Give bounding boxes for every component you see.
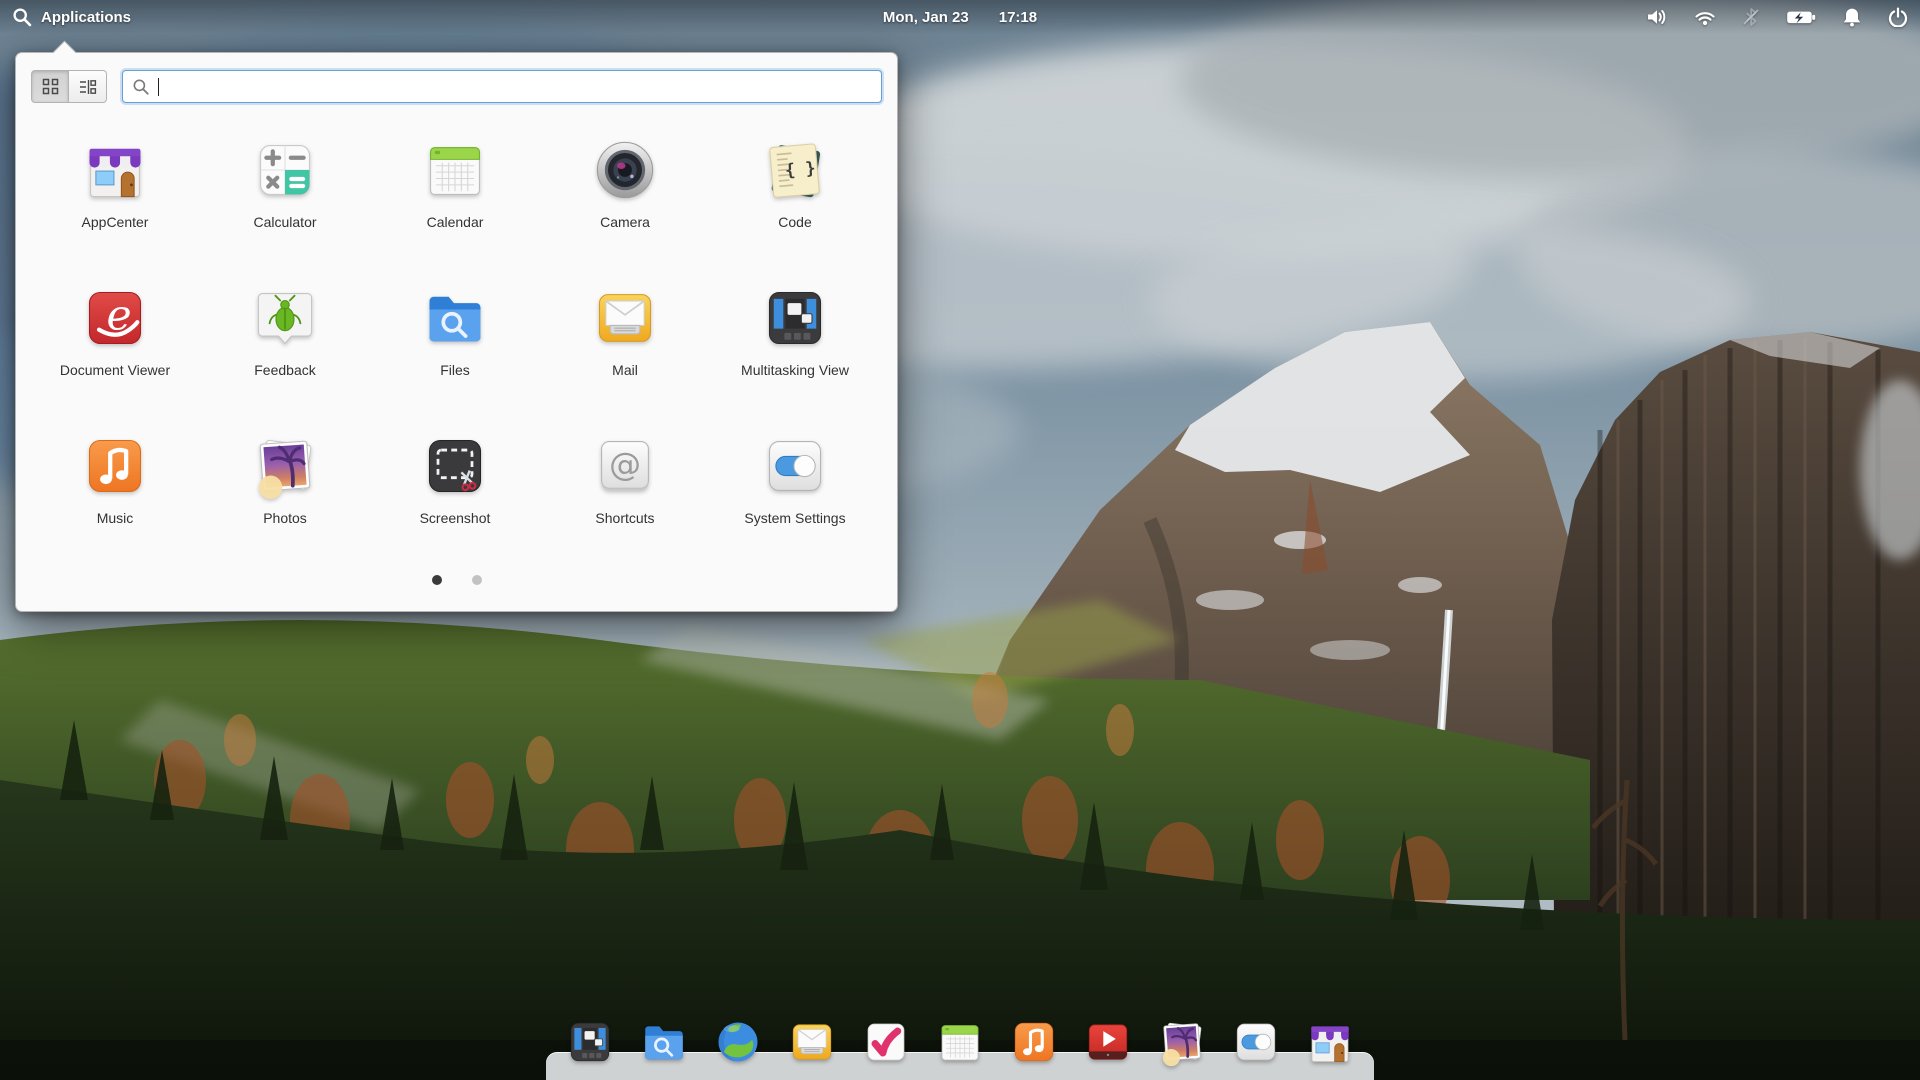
app-tile-settings[interactable]: System Settings (710, 432, 880, 580)
page-dot-2[interactable] (471, 575, 482, 585)
app-label: AppCenter (81, 214, 149, 230)
app-label: System Settings (744, 510, 846, 526)
dock-item-web[interactable] (713, 1017, 763, 1067)
dock-item-files[interactable] (639, 1017, 689, 1067)
app-tile-feedback[interactable]: Feedback (200, 284, 370, 432)
app-label: Photos (263, 510, 307, 526)
dock-item-mail[interactable] (787, 1017, 837, 1067)
app-grid: AppCenter Calculator Calendar Camera Cod… (30, 136, 880, 580)
dock-app-icon (787, 1017, 837, 1067)
app-tile-mail[interactable]: Mail (540, 284, 710, 432)
app-label: Mail (612, 362, 638, 378)
app-tile-camera[interactable]: Camera (540, 136, 710, 284)
app-label: Calendar (426, 214, 484, 230)
battery-charging-icon[interactable] (1786, 9, 1816, 26)
dock-item-music[interactable] (1009, 1017, 1059, 1067)
dock-item-tasks[interactable] (861, 1017, 911, 1067)
top-panel: Applications Mon, Jan 23 17:18 (0, 0, 1920, 34)
dock-app-icon (713, 1017, 763, 1067)
app-tile-music[interactable]: Music (30, 432, 200, 580)
dock-app-icon (1305, 1017, 1355, 1067)
indicator-area (1646, 7, 1908, 27)
dock-app-icon (861, 1017, 911, 1067)
list-view-button[interactable] (69, 70, 107, 103)
app-label: Music (96, 510, 134, 526)
dock-app-icon (565, 1017, 615, 1067)
app-label: Screenshot (419, 510, 491, 526)
app-icon (761, 136, 829, 204)
app-menu-label: Applications (41, 8, 132, 26)
app-icon (591, 284, 659, 352)
list-view-icon (79, 79, 96, 94)
app-icon (81, 284, 149, 352)
app-tile-files[interactable]: Files (370, 284, 540, 432)
app-label: Camera (600, 214, 650, 230)
dock-app-icon (1231, 1017, 1281, 1067)
app-label: Calculator (253, 214, 317, 230)
datetime-indicator[interactable]: Mon, Jan 23 17:18 (883, 0, 1037, 34)
app-label: Code (778, 214, 812, 230)
app-tile-docviewer[interactable]: Document Viewer (30, 284, 200, 432)
grid-view-icon (42, 78, 58, 95)
app-icon (761, 284, 829, 352)
app-icon (591, 136, 659, 204)
app-icon (251, 284, 319, 352)
app-icon (591, 432, 659, 500)
dock-item-settings[interactable] (1231, 1017, 1281, 1067)
app-tile-calculator[interactable]: Calculator (200, 136, 370, 284)
dock-item-videos[interactable] (1083, 1017, 1133, 1067)
app-icon (81, 136, 149, 204)
search-input[interactable] (122, 70, 882, 103)
app-label: Shortcuts (595, 510, 655, 526)
app-icon (421, 136, 489, 204)
wifi-icon[interactable] (1694, 9, 1716, 26)
search-icon (13, 8, 32, 27)
view-toggle (31, 70, 107, 103)
app-tile-screenshot[interactable]: Screenshot (370, 432, 540, 580)
panel-date: Mon, Jan 23 (882, 8, 969, 26)
dock-item-multitasking[interactable] (565, 1017, 615, 1067)
app-label: Multitasking View (741, 362, 849, 378)
launcher-header (31, 70, 882, 103)
notifications-icon[interactable] (1842, 7, 1862, 27)
app-icon (421, 432, 489, 500)
dock-app-icon (1083, 1017, 1133, 1067)
page-dots (16, 575, 897, 585)
search-icon (133, 79, 149, 95)
dock-item-appcenter[interactable] (1305, 1017, 1355, 1067)
applications-launcher: AppCenter Calculator Calendar Camera Cod… (15, 52, 898, 612)
dock-item-calendar[interactable] (935, 1017, 985, 1067)
app-icon (81, 432, 149, 500)
bluetooth-disabled-icon[interactable] (1742, 8, 1760, 26)
app-label: Document Viewer (59, 362, 171, 378)
dock-app-icon (639, 1017, 689, 1067)
app-label: Files (440, 362, 470, 378)
app-tile-multitasking[interactable]: Multitasking View (710, 284, 880, 432)
app-icon (251, 432, 319, 500)
page-dot-1[interactable] (431, 575, 442, 585)
volume-icon[interactable] (1646, 8, 1668, 26)
app-tile-photos[interactable]: Photos (200, 432, 370, 580)
app-icon (761, 432, 829, 500)
dock-item-photos[interactable] (1157, 1017, 1207, 1067)
panel-time: 17:18 (998, 8, 1038, 26)
text-caret (158, 77, 159, 96)
app-icon (421, 284, 489, 352)
dock-app-icon (935, 1017, 985, 1067)
dock-app-icon (1157, 1017, 1207, 1067)
app-icon (251, 136, 319, 204)
app-tile-shortcuts[interactable]: Shortcuts (540, 432, 710, 580)
app-tile-appcenter[interactable]: AppCenter (30, 136, 200, 284)
grid-view-button[interactable] (31, 70, 69, 103)
dock-app-icon (1009, 1017, 1059, 1067)
app-menu-button[interactable]: Applications (12, 7, 131, 27)
app-tile-calendar[interactable]: Calendar (370, 136, 540, 284)
dock-icons (565, 1017, 1355, 1067)
app-label: Feedback (254, 362, 316, 378)
app-tile-code[interactable]: Code (710, 136, 880, 284)
power-icon[interactable] (1888, 7, 1908, 27)
